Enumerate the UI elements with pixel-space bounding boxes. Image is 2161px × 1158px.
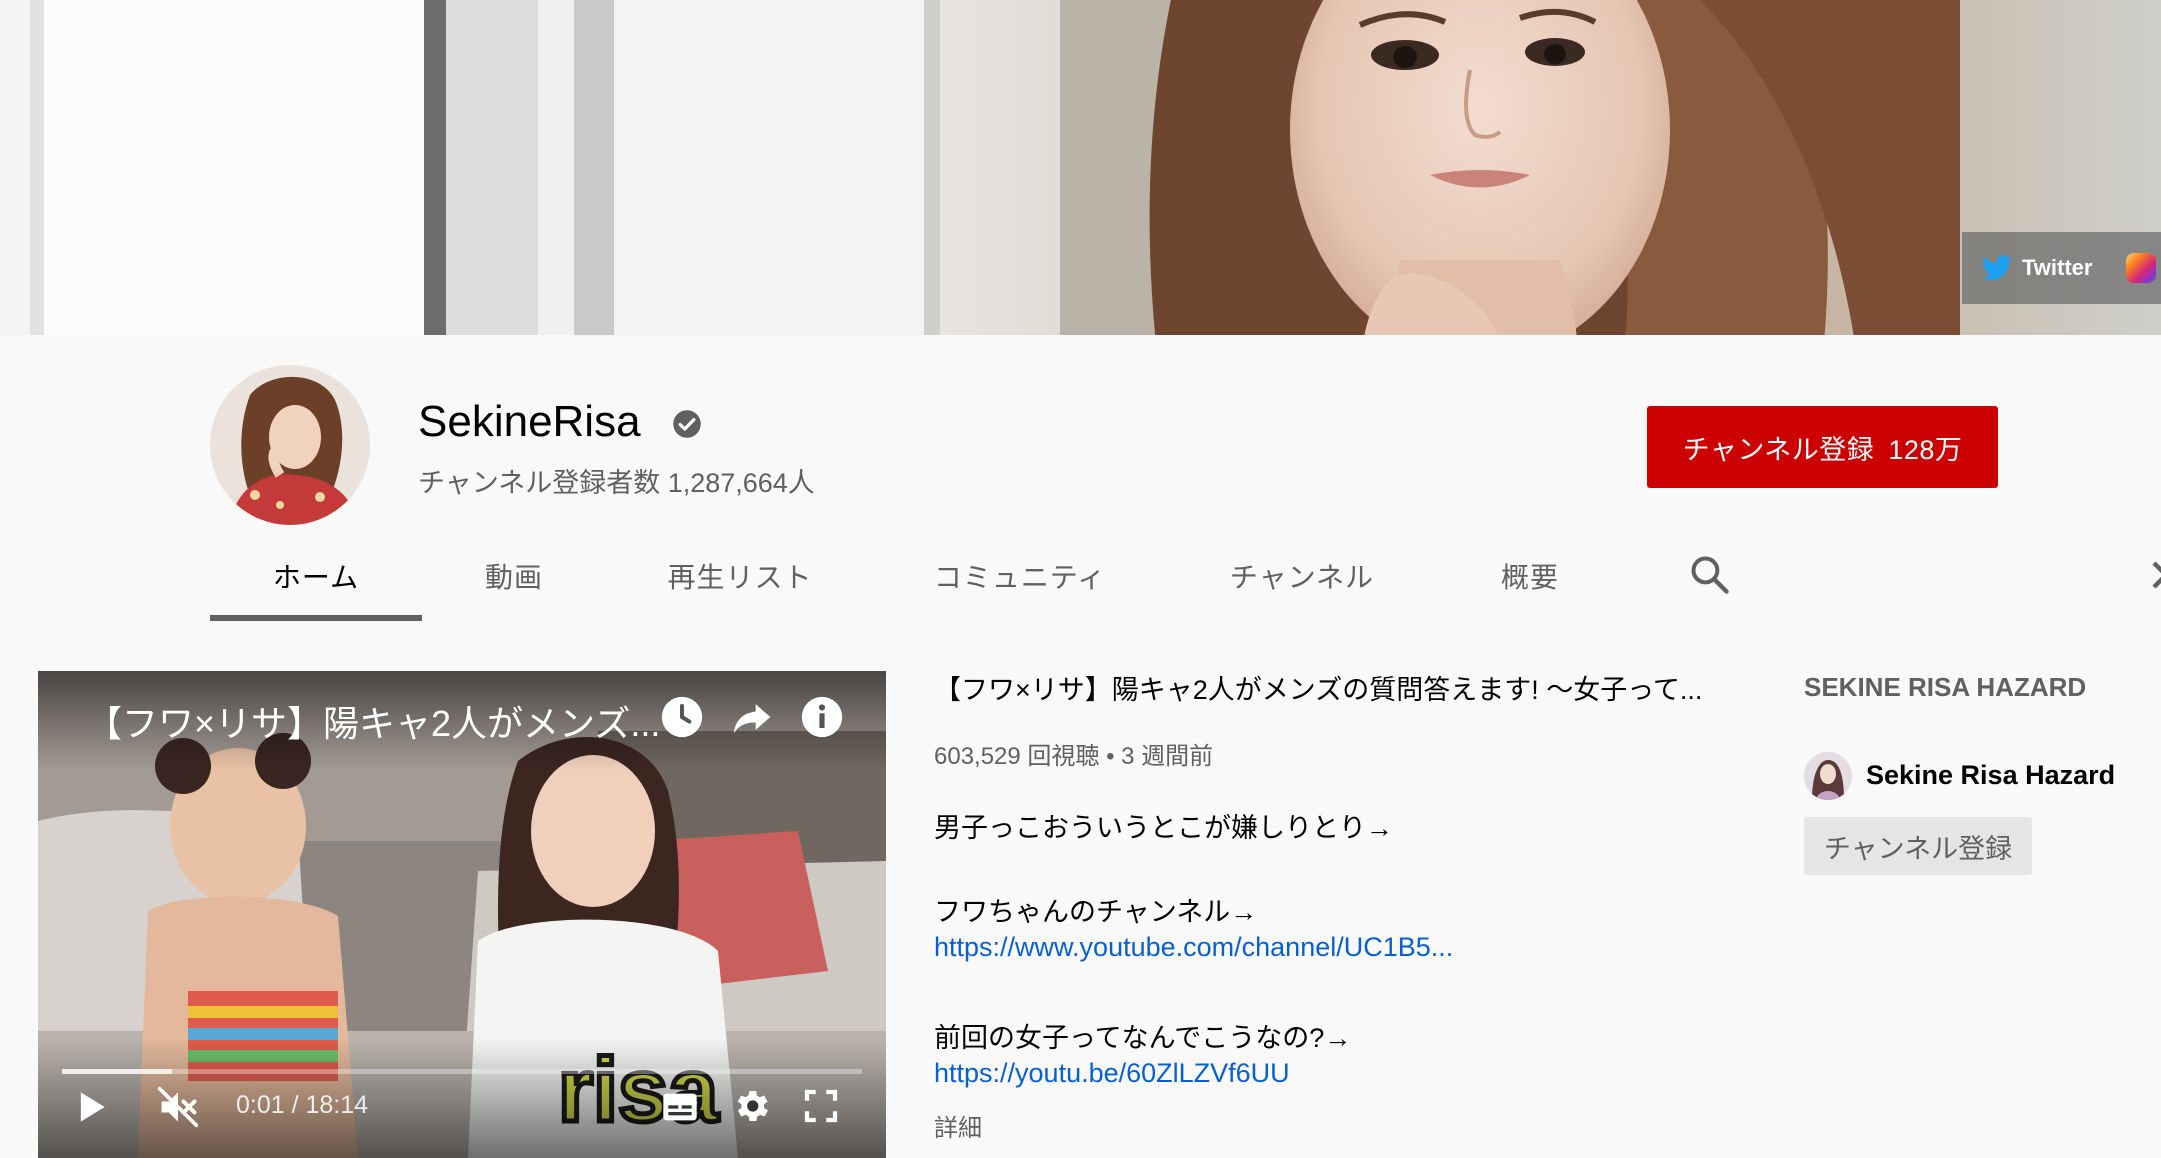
- banner-social-links: Twitter: [1962, 232, 2161, 304]
- tab-about[interactable]: 概要: [1438, 530, 1622, 622]
- tab-videos[interactable]: 動画: [422, 530, 606, 622]
- show-more-link[interactable]: 詳細: [934, 1108, 982, 1143]
- subscribe-button[interactable]: チャンネル登録 128万: [1647, 406, 1998, 488]
- settings-gear-icon[interactable]: [730, 1085, 772, 1127]
- description-line: 男子っこおういうとこが嫌しりとり→: [934, 813, 1393, 843]
- progress-bar-fill: [62, 1069, 172, 1074]
- subscribe-button-label: チャンネル登録: [1682, 434, 1875, 465]
- channel-header: SekineRisa チャンネル登録者数 1,287,664人 チャンネル登録 …: [0, 335, 2161, 622]
- watch-later-icon[interactable]: [660, 695, 704, 739]
- featured-subscribe-button[interactable]: チャンネル登録: [1804, 817, 2032, 875]
- play-icon[interactable]: [68, 1085, 112, 1129]
- time-display: 0:01 / 18:14: [236, 1091, 369, 1119]
- tab-community[interactable]: コミュニティ: [874, 530, 1166, 622]
- description-line: 前回の女子ってなんでこうなの?→: [934, 1023, 1352, 1053]
- twitter-icon: [1982, 255, 2012, 280]
- fullscreen-icon[interactable]: [800, 1085, 842, 1127]
- subscribe-button-count: 128万: [1888, 434, 1963, 465]
- tab-label: 概要: [1500, 562, 1559, 593]
- progress-bar[interactable]: [62, 1069, 862, 1074]
- featured-channel-avatar[interactable]: [1804, 752, 1852, 800]
- description-link[interactable]: https://youtu.be/60ZlLZVf6UU: [934, 1058, 1290, 1089]
- video-meta: 603,529 回視聴 • 3 週間前: [934, 743, 1214, 770]
- player-title[interactable]: 【フワ×リサ】陽キャ2人がメンズ...: [86, 695, 686, 747]
- channel-avatar[interactable]: [210, 365, 370, 525]
- info-icon[interactable]: [800, 695, 844, 739]
- tab-label: ホーム: [272, 562, 360, 593]
- captions-icon[interactable]: [660, 1087, 700, 1127]
- channel-tabs: ホーム 動画 再生リスト コミュニティ チャンネル 概要: [0, 530, 2161, 622]
- instagram-icon[interactable]: [2126, 253, 2157, 283]
- active-tab-indicator: [210, 615, 422, 621]
- tab-home[interactable]: ホーム: [210, 530, 422, 622]
- featured-section-heading: SEKINE RISA HAZARD: [1804, 672, 2087, 702]
- tab-label: コミュニティ: [933, 562, 1107, 593]
- search-icon[interactable]: [1688, 553, 1732, 597]
- chevron-right-icon[interactable]: [2150, 555, 2161, 595]
- home-content: risa 【フワ×リサ】陽キャ2人がメンズ...: [0, 622, 2161, 1158]
- video-player[interactable]: risa 【フワ×リサ】陽キャ2人がメンズ...: [38, 671, 886, 1158]
- tab-label: 再生リスト: [667, 562, 813, 593]
- featured-avatar-image: [1804, 752, 1852, 800]
- tab-channels[interactable]: チャンネル: [1166, 530, 1438, 622]
- banner-portrait-image: [1060, 0, 1960, 335]
- subscriber-count: チャンネル登録者数 1,287,664人: [418, 468, 815, 498]
- featured-channel-name[interactable]: Sekine Risa Hazard: [1866, 760, 2115, 791]
- description-link[interactable]: https://www.youtube.com/channel/UC1B5...: [934, 932, 1453, 963]
- channel-banner: Twitter: [0, 0, 2161, 335]
- channel-name: SekineRisa: [418, 397, 641, 446]
- featured-subscribe-label: チャンネル登録: [1823, 833, 2013, 864]
- muted-volume-icon[interactable]: [156, 1085, 200, 1129]
- tab-playlists[interactable]: 再生リスト: [606, 530, 874, 622]
- avatar-image: [210, 365, 370, 525]
- description-line: フワちゃんのチャンネル→: [934, 897, 1258, 927]
- tab-label: チャンネル: [1229, 562, 1375, 593]
- video-title[interactable]: 【フワ×リサ】陽キャ2人がメンズの質問答えます! ～女子って...: [934, 668, 1734, 707]
- share-icon[interactable]: [730, 695, 774, 739]
- twitter-link[interactable]: Twitter: [1982, 255, 2092, 281]
- twitter-link-label: Twitter: [2022, 255, 2093, 280]
- tab-label: 動画: [484, 562, 543, 593]
- youtube-channel-page: Twitter SekineRisa チャンネル登録者数 1,287,664人 …: [0, 0, 2161, 1158]
- verified-check-icon: [673, 410, 701, 438]
